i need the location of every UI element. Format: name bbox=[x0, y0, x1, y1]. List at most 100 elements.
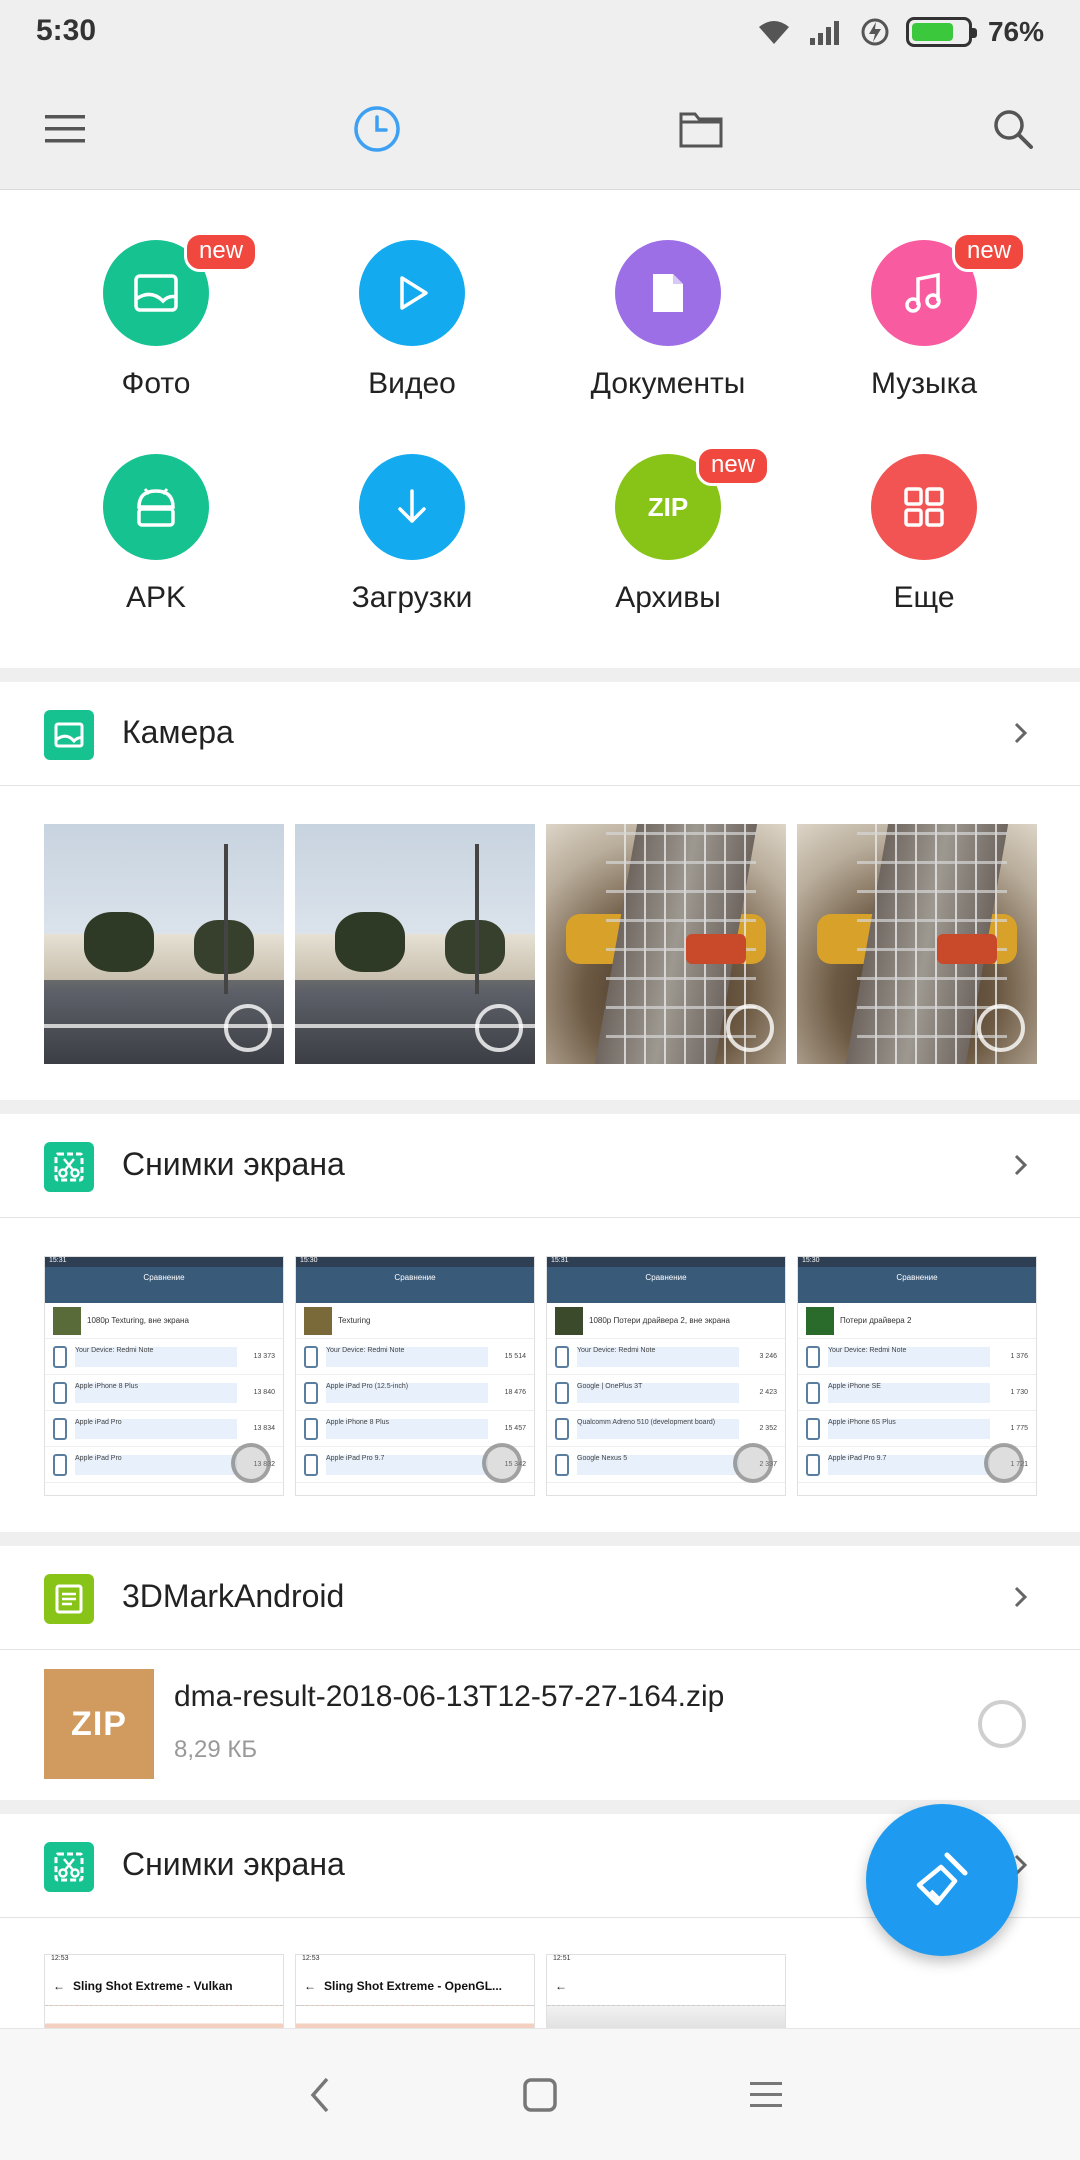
photo-thumbnail[interactable] bbox=[546, 824, 786, 1064]
top-app-bar bbox=[0, 68, 1080, 190]
shot-row-label: Apple iPad Pro (12.5-inch) bbox=[326, 1382, 488, 1403]
shot-header: ← Sling Shot Extreme - OpenGL... bbox=[296, 1967, 534, 2005]
screenshot-thumbnail[interactable]: 15:31 Сравнение 1080p Потери драйвера 2,… bbox=[546, 1256, 786, 1496]
category-label: Загрузки bbox=[351, 581, 473, 614]
nav-home-button[interactable] bbox=[512, 2067, 568, 2123]
shot-row-value: 1 775 bbox=[1010, 1425, 1028, 1432]
document-lines-icon bbox=[44, 1574, 94, 1624]
section-header-camera[interactable]: Камера bbox=[0, 682, 1080, 786]
system-nav-bar bbox=[0, 2028, 1080, 2160]
broom-clean-icon bbox=[916, 1852, 968, 1906]
shot-row: Apple iPhone 6S Plus 1 775 bbox=[798, 1411, 1036, 1447]
nav-back-button[interactable] bbox=[292, 2067, 348, 2123]
category-grid: new Фото Видео Документы new Музыка APK … bbox=[0, 190, 1080, 668]
category-circle bbox=[103, 454, 209, 560]
shot-row-label: Your Device: Redmi Note bbox=[828, 1346, 990, 1367]
select-circle[interactable] bbox=[733, 1443, 773, 1483]
shot-title: 1080p Потери драйвера 2, вне экрана bbox=[589, 1316, 731, 1325]
shot-title: Потери драйвера 2 bbox=[840, 1316, 912, 1325]
status-time: 5:30 bbox=[36, 14, 97, 47]
camera-thumbnails bbox=[44, 824, 1037, 1064]
section-title: Камера bbox=[122, 714, 234, 750]
category-archives[interactable]: ZIP new Архивы bbox=[540, 404, 796, 614]
shot-row-value: 15 457 bbox=[504, 1425, 526, 1432]
menu-button[interactable] bbox=[32, 96, 98, 162]
scissors-icon bbox=[44, 1142, 94, 1192]
shot-header: ← bbox=[547, 1967, 785, 2005]
shot-row-label: Apple iPhone SE bbox=[828, 1382, 990, 1403]
back-arrow-icon: ← bbox=[53, 1979, 65, 1993]
shot-status: 15:30 bbox=[798, 1257, 1036, 1267]
select-circle[interactable] bbox=[231, 1443, 271, 1483]
folders-tab-button[interactable] bbox=[668, 96, 734, 162]
file-row[interactable]: ZIP dma-result-2018-06-13T12-57-27-164.z… bbox=[0, 1654, 1080, 1792]
3dmark-section-icon bbox=[44, 1574, 94, 1624]
nav-recents-button[interactable] bbox=[738, 2067, 794, 2123]
screenshot-thumbnail[interactable]: 15:30 Сравнение Texturing Your Device: R… bbox=[295, 1256, 535, 1496]
category-more[interactable]: Еще bbox=[796, 404, 1052, 614]
shot-row: Apple iPad Pro 13 834 bbox=[45, 1411, 283, 1447]
shot-header: ← Sling Shot Extreme - Vulkan bbox=[45, 1967, 283, 2005]
recent-tab-button[interactable] bbox=[344, 96, 410, 162]
select-circle[interactable] bbox=[726, 1004, 774, 1052]
wifi-icon bbox=[758, 21, 789, 44]
shot-row-label: Your Device: Redmi Note bbox=[75, 1346, 237, 1367]
category-apk[interactable]: APK bbox=[28, 404, 284, 614]
category-downloads[interactable]: Загрузки bbox=[284, 404, 540, 614]
photo-thumbnail[interactable] bbox=[797, 824, 1037, 1064]
section-divider bbox=[0, 668, 1080, 682]
shot-header: Сравнение bbox=[45, 1267, 283, 1303]
select-circle[interactable] bbox=[475, 1004, 523, 1052]
shot-row-label: Qualcomm Adreno 510 (development board) bbox=[577, 1418, 739, 1439]
recent-clock-icon bbox=[354, 106, 400, 152]
file-name: dma-result-2018-06-13T12-57-27-164.zip bbox=[174, 1680, 725, 1713]
search-button[interactable] bbox=[980, 96, 1046, 162]
category-label: Еще bbox=[893, 581, 955, 614]
section-header-screenshots[interactable]: Снимки экрана bbox=[0, 1114, 1080, 1218]
shot-row: Your Device: Redmi Note 3 246 bbox=[547, 1339, 785, 1375]
document-icon bbox=[653, 274, 683, 312]
shot-row: Apple iPad Pro (12.5-inch) 18 476 bbox=[296, 1375, 534, 1411]
photo-thumbnail[interactable] bbox=[295, 824, 535, 1064]
select-circle[interactable] bbox=[482, 1443, 522, 1483]
shot-title: Texturing bbox=[338, 1316, 371, 1325]
screenshot-thumbnail[interactable]: 12:51 ← bbox=[546, 1954, 786, 2034]
shot-status: 12:53 bbox=[51, 1955, 69, 1962]
chevron-right-icon bbox=[1014, 1154, 1028, 1176]
zip-file-icon: ZIP bbox=[44, 1669, 154, 1779]
new-badge: new bbox=[952, 232, 1027, 272]
back-arrow-icon: ← bbox=[304, 1979, 316, 1993]
category-label: Видео bbox=[368, 367, 456, 400]
select-circle[interactable] bbox=[984, 1443, 1024, 1483]
section-divider bbox=[0, 1532, 1080, 1546]
shot-row-label: Your Device: Redmi Note bbox=[326, 1346, 488, 1367]
screenshot-thumbnail[interactable]: 15:31 Сравнение 1080p Texturing, вне экр… bbox=[44, 1256, 284, 1496]
photo-thumbnail[interactable] bbox=[44, 824, 284, 1064]
screenshot-thumbnails-2: 12:53 ← Sling Shot Extreme - Vulkan 12:53… bbox=[44, 1954, 786, 2034]
section-title: 3DMarkAndroid bbox=[122, 1578, 345, 1614]
shot-row: Your Device: Redmi Note 13 373 bbox=[45, 1339, 283, 1375]
shot-card: 1080p Texturing, вне экрана bbox=[45, 1303, 283, 1339]
shot-row-label: Google | OnePlus 3T bbox=[577, 1382, 739, 1403]
category-video[interactable]: Видео bbox=[284, 190, 540, 400]
shot-status: 15:31 bbox=[45, 1257, 283, 1267]
category-music[interactable]: new Музыка bbox=[796, 190, 1052, 400]
screenshot-thumbnail[interactable]: 15:30 Сравнение Потери драйвера 2 Your D… bbox=[797, 1256, 1037, 1496]
category-documents[interactable]: Документы bbox=[540, 190, 796, 400]
shot-row: Apple iPhone 8 Plus 15 457 bbox=[296, 1411, 534, 1447]
status-bar: 5:30 76% bbox=[0, 0, 1080, 68]
shot-status: 12:53 bbox=[302, 1955, 320, 1962]
section-header-3dmark[interactable]: 3DMarkAndroid bbox=[0, 1546, 1080, 1650]
screenshot-thumbnail[interactable]: 12:53 ← Sling Shot Extreme - Vulkan bbox=[44, 1954, 284, 2034]
signal-icon bbox=[809, 21, 839, 45]
screenshot-thumbnail[interactable]: 12:53 ← Sling Shot Extreme - OpenGL... bbox=[295, 1954, 535, 2034]
category-circle bbox=[359, 454, 465, 560]
shot-row-label: Apple iPhone 6S Plus bbox=[828, 1418, 990, 1439]
back-arrow-icon: ← bbox=[555, 1979, 567, 1993]
clean-fab-button[interactable] bbox=[866, 1804, 1018, 1956]
select-circle[interactable] bbox=[978, 1700, 1026, 1748]
screenshots-section-icon bbox=[44, 1842, 94, 1892]
select-circle[interactable] bbox=[224, 1004, 272, 1052]
select-circle[interactable] bbox=[977, 1004, 1025, 1052]
category-photo[interactable]: new Фото bbox=[28, 190, 284, 400]
